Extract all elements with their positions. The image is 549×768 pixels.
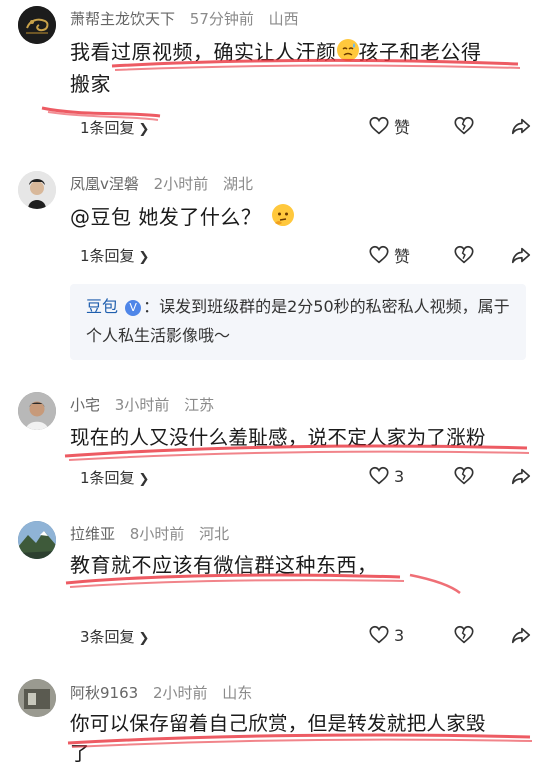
timestamp: 2小时前 <box>152 684 208 702</box>
comment-meta: 凤凰v涅磐 2小时前 湖北 <box>70 173 263 194</box>
location: 河北 <box>199 525 230 543</box>
chevron-right-icon: ❯ <box>138 631 150 646</box>
comment-item: 拉维亚 8小时前 河北 教育就不应该有微信群这种东西， 3条回复 ❯ 3 <box>0 515 549 665</box>
comment-text[interactable]: 我看过原视频，确实让人汗颜 孩子和老公得 搬家 <box>70 36 540 100</box>
comment-meta: 萧帮主龙饮天下 57分钟前 山西 <box>70 8 309 29</box>
username[interactable]: 萧帮主龙饮天下 <box>70 10 175 28</box>
comment-text[interactable]: 你可以保存留着自己欣赏，但是转发就把人家毁 了 <box>70 709 540 768</box>
comment-text[interactable]: 现在的人又没什么羞耻感，说不定人家为了涨粉 <box>70 422 540 454</box>
share-arrow-icon <box>511 627 531 644</box>
share-button[interactable] <box>510 243 532 267</box>
share-arrow-icon <box>511 247 531 264</box>
heart-outline-icon <box>369 466 389 485</box>
like-button[interactable]: 赞 <box>368 243 410 267</box>
avatar[interactable] <box>18 171 56 209</box>
ai-reply-name[interactable]: 豆包 <box>86 297 118 316</box>
chevron-right-icon: ❯ <box>138 250 150 265</box>
location: 江苏 <box>184 396 215 414</box>
avatar[interactable] <box>18 679 56 717</box>
share-button[interactable] <box>510 623 532 647</box>
like-count: 3 <box>394 466 405 486</box>
chevron-right-icon: ❯ <box>138 122 150 137</box>
comment-text[interactable]: 教育就不应该有微信群这种东西， <box>70 549 540 581</box>
broken-heart-icon <box>454 245 474 264</box>
dislike-button[interactable] <box>453 243 475 267</box>
dislike-button[interactable] <box>453 114 475 138</box>
chevron-right-icon: ❯ <box>138 472 150 487</box>
heart-outline-icon <box>369 116 389 135</box>
location: 山东 <box>222 684 253 702</box>
like-button[interactable]: 3 <box>368 464 404 488</box>
replies-link[interactable]: 3条回复 ❯ <box>80 626 149 647</box>
comment-actions: 赞 <box>368 114 538 138</box>
avatar[interactable] <box>18 392 56 430</box>
comment-meta: 拉维亚 8小时前 河北 <box>70 523 239 544</box>
like-count: 3 <box>394 625 405 645</box>
share-arrow-icon <box>511 118 531 135</box>
comment-actions: 赞 <box>368 243 538 267</box>
ai-reply-card[interactable]: 豆包 V ：误发到班级群的是2分50秒的私密私人视频，属于个人私生活影像哦～ <box>70 284 526 360</box>
ai-reply-text: 豆包 V ：误发到班级群的是2分50秒的私密私人视频，属于个人私生活影像哦～ <box>86 297 510 345</box>
share-button[interactable] <box>510 114 532 138</box>
replies-link[interactable]: 1条回复 ❯ <box>80 245 149 266</box>
comment-text[interactable]: @豆包 她发了什么？ <box>70 201 540 233</box>
comment-item: 阿秋9163 2小时前 山东 你可以保存留着自己欣赏，但是转发就把人家毁 了 <box>0 675 549 768</box>
sweat-emoji-icon <box>336 39 359 61</box>
username[interactable]: 阿秋9163 <box>70 684 138 702</box>
broken-heart-icon <box>454 116 474 135</box>
like-label: 赞 <box>394 118 411 137</box>
heart-outline-icon <box>369 625 389 644</box>
share-button[interactable] <box>510 464 532 488</box>
location: 山西 <box>268 10 299 28</box>
comment-item: 萧帮主龙饮天下 57分钟前 山西 我看过原视频，确实让人汗颜 孩子和老公得 搬家 <box>0 0 549 150</box>
comment-item: 小宅 3小时前 江苏 现在的人又没什么羞耻感，说不定人家为了涨粉 1条回复 ❯ 3 <box>0 388 549 508</box>
comment-actions: 3 <box>368 623 538 647</box>
like-button[interactable]: 3 <box>368 623 404 647</box>
comment-meta: 小宅 3小时前 江苏 <box>70 394 224 415</box>
username[interactable]: 拉维亚 <box>70 525 115 543</box>
like-button[interactable]: 赞 <box>368 114 410 138</box>
share-arrow-icon <box>511 468 531 485</box>
replies-link[interactable]: 1条回复 ❯ <box>80 467 149 488</box>
timestamp: 8小时前 <box>129 525 185 543</box>
like-label: 赞 <box>394 247 411 266</box>
thinking-emoji-icon <box>272 204 295 226</box>
timestamp: 3小时前 <box>114 396 170 414</box>
heart-outline-icon <box>369 245 389 264</box>
location: 湖北 <box>223 175 254 193</box>
timestamp: 2小时前 <box>153 175 209 193</box>
timestamp: 57分钟前 <box>189 10 254 28</box>
broken-heart-icon <box>454 466 474 485</box>
avatar[interactable] <box>18 6 56 44</box>
broken-heart-icon <box>454 625 474 644</box>
comment-meta: 阿秋9163 2小时前 山东 <box>70 682 262 703</box>
dislike-button[interactable] <box>453 623 475 647</box>
comment-list: 萧帮主龙饮天下 57分钟前 山西 我看过原视频，确实让人汗颜 孩子和老公得 搬家 <box>0 0 549 768</box>
username[interactable]: 小宅 <box>70 396 100 414</box>
username[interactable]: 凤凰v涅磐 <box>70 175 139 193</box>
replies-link[interactable]: 1条回复 ❯ <box>80 117 149 138</box>
verified-badge-icon: V <box>125 300 142 316</box>
comment-actions: 3 <box>368 464 538 488</box>
dislike-button[interactable] <box>453 464 475 488</box>
avatar[interactable] <box>18 521 56 559</box>
